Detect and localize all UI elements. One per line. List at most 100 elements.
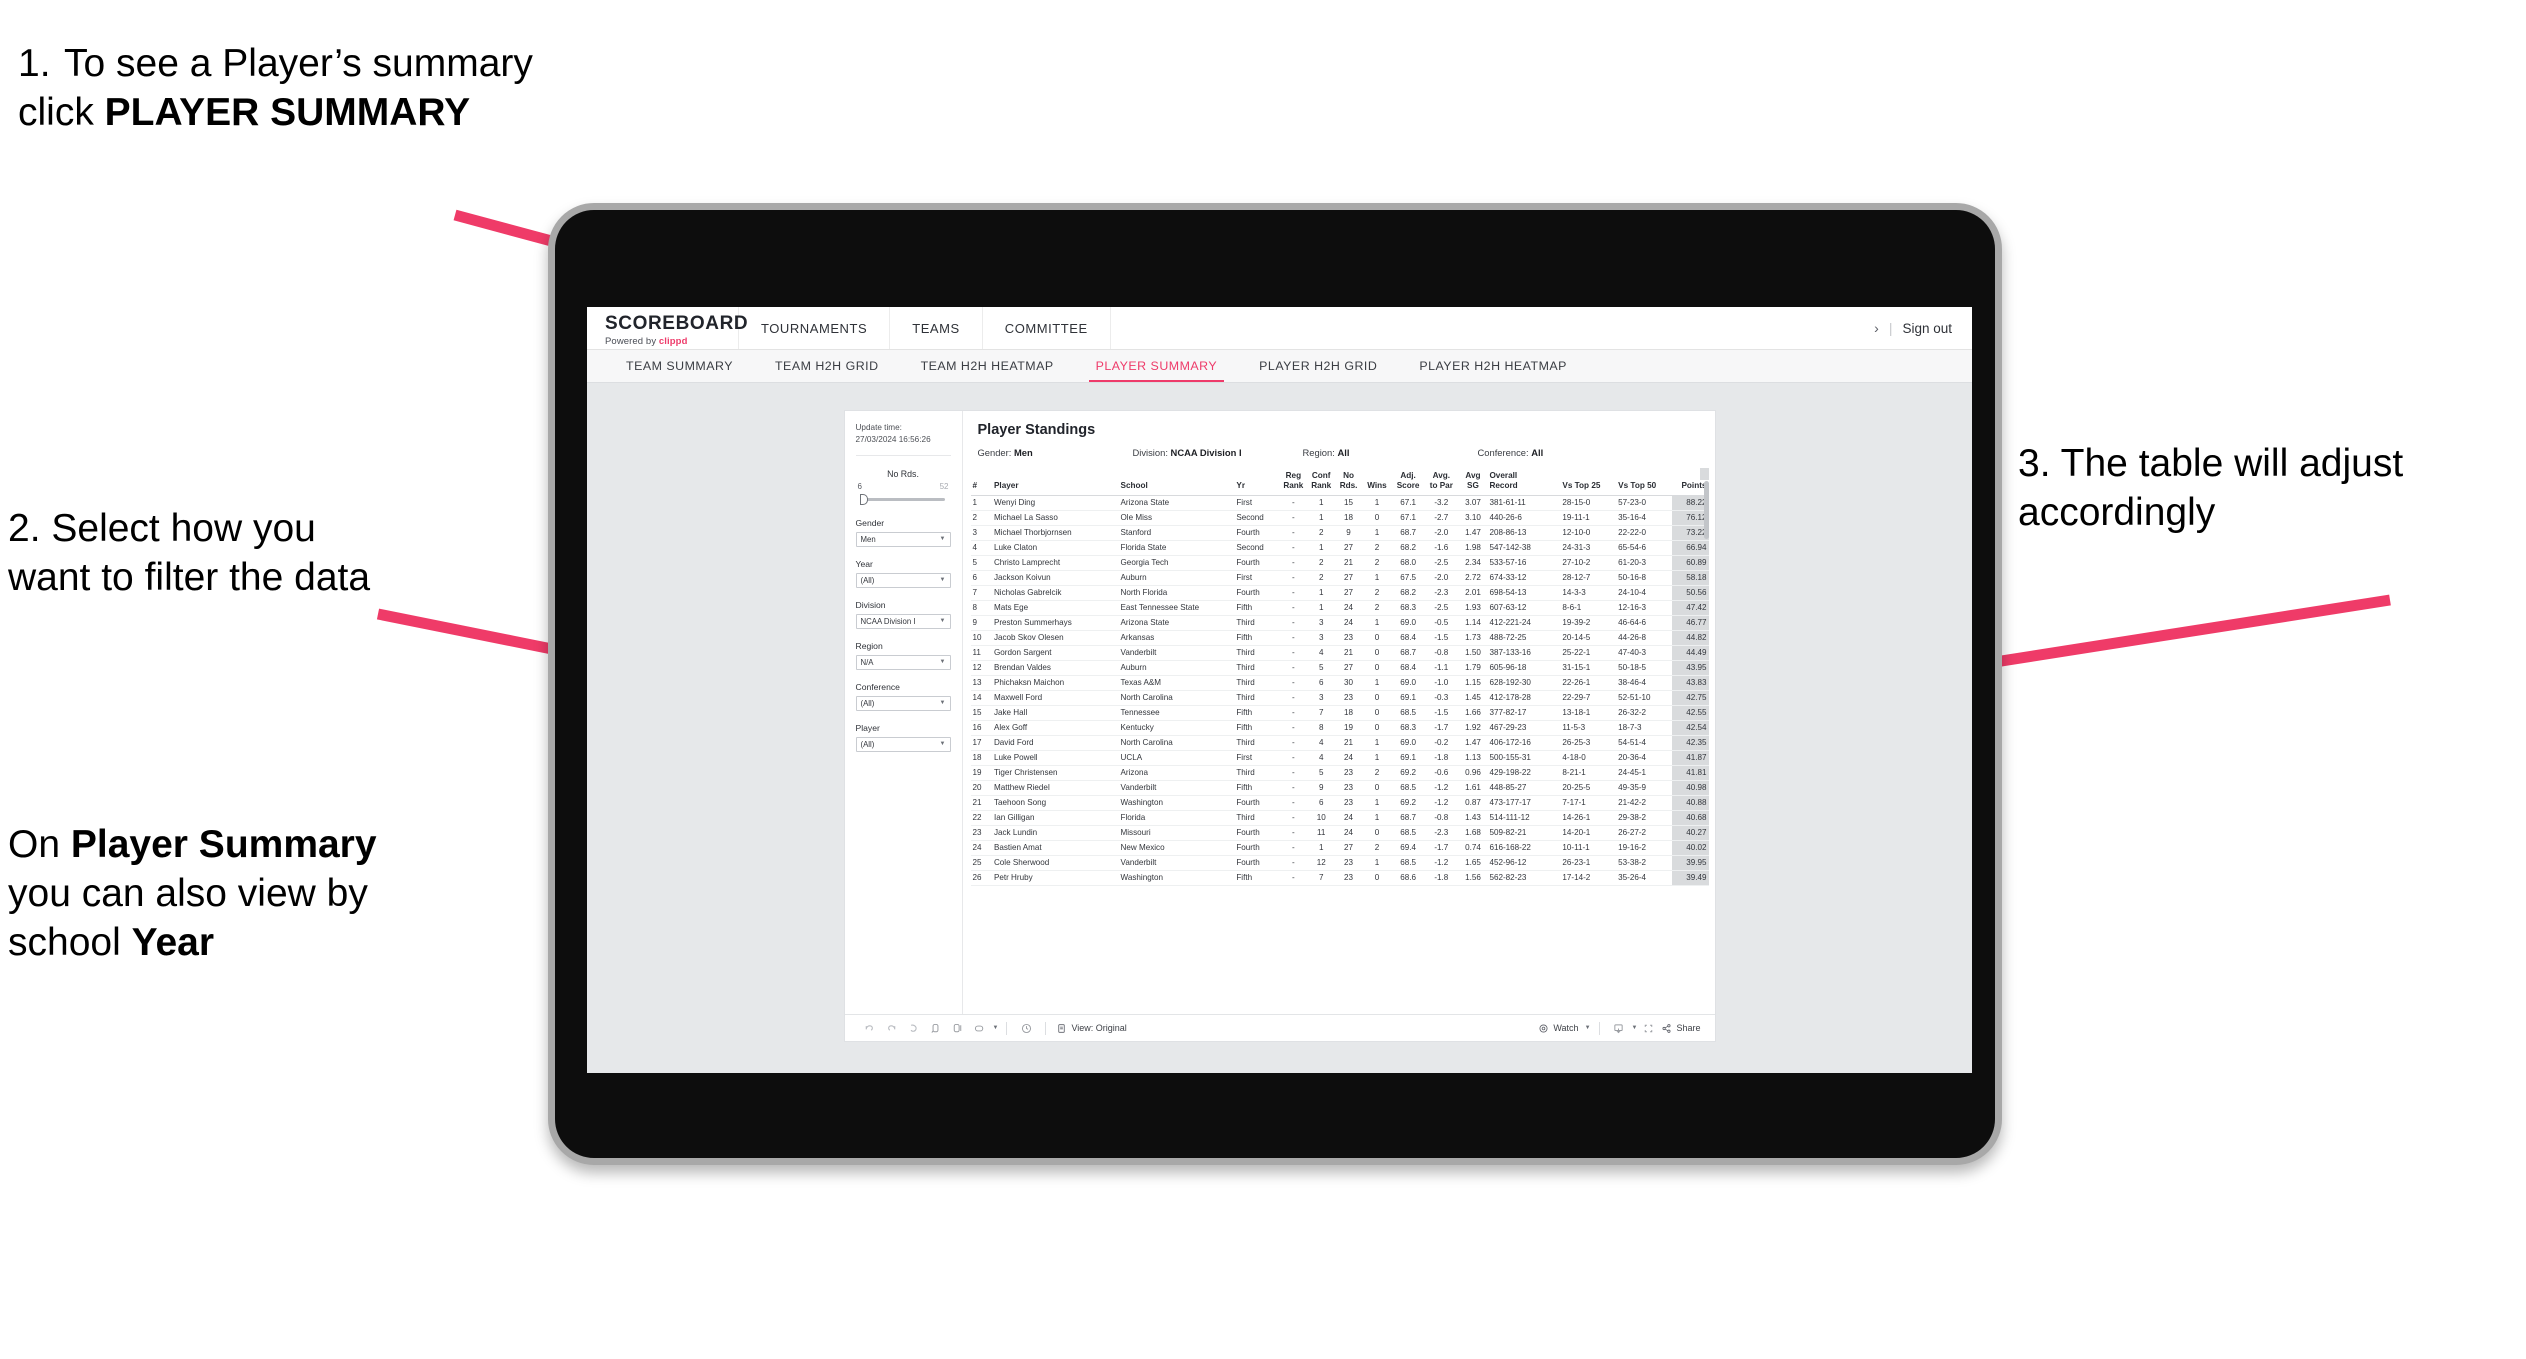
chevron-down-icon[interactable]: ▼	[1585, 1025, 1591, 1031]
col-header-par[interactable]: Avg. to Par	[1424, 468, 1459, 497]
col-header-rec[interactable]: Overall Record	[1487, 468, 1561, 497]
filter-year-select[interactable]: (All) ▼	[855, 572, 951, 588]
cell-nords: 23	[1335, 870, 1362, 886]
cell-adj: 68.7	[1392, 645, 1425, 662]
table-row[interactable]: 13 Phichaksn Maichon Texas A&M Third -6 30 1 69…	[970, 675, 1709, 692]
table-row[interactable]: 26 Petr Hruby Washington Fifth -7 23 0 68.6 -1.8…	[970, 870, 1709, 886]
col-header-school[interactable]: School	[1118, 468, 1235, 497]
cell-wins: 1	[1361, 615, 1392, 632]
nav-tournaments[interactable]: TOURNAMENTS	[739, 307, 891, 349]
tab-team-summary[interactable]: TEAM SUMMARY	[605, 350, 754, 382]
meta-division-label: Division:	[1132, 447, 1168, 458]
table-row[interactable]: 23 Jack Lundin Missouri Fourth -11 24 0 68.5 -2.…	[970, 825, 1709, 841]
table-row[interactable]: 19 Tiger Christensen Arizona Third -5 23 2 69.2…	[970, 765, 1709, 782]
cell-nords: 23	[1335, 630, 1362, 647]
filter-division-select[interactable]: NCAA Division I ▼	[855, 613, 951, 629]
table-row[interactable]: 6 Jackson Koivun Auburn First -2 27 1 67.5 -2.0 2…	[970, 570, 1709, 587]
table-row[interactable]: 10 Jacob Skov Olesen Arkansas Fifth -3 23 0 68.…	[970, 630, 1709, 647]
table-row[interactable]: 7 Nicholas Gabrelcik North Florida Fourth -1…	[970, 585, 1709, 602]
table-row[interactable]: 12 Brendan Valdes Auburn Third -5 27 0 68.4 -1.1…	[970, 660, 1709, 677]
table-row[interactable]: 1 Wenyi Ding Arizona State First -1 15 1 67.1 -3…	[970, 495, 1709, 512]
cell-nords: 27	[1335, 585, 1362, 602]
cell-rec: 377-82-17	[1487, 705, 1561, 722]
vertical-scrollbar[interactable]	[1703, 481, 1709, 539]
cell-t50: 35-26-4	[1616, 870, 1672, 886]
filter-gender-select[interactable]: Men ▼	[855, 531, 951, 547]
cell-sg: 1.79	[1458, 660, 1488, 677]
undo-icon[interactable]	[859, 1017, 881, 1039]
table-row[interactable]: 3 Michael Thorbjornsen Stanford Fourth -2 9 1 6…	[970, 525, 1709, 542]
slider-handle[interactable]	[859, 493, 868, 505]
sign-out-button[interactable]: Sign out	[1902, 321, 1952, 336]
chevron-down-icon[interactable]: ▼	[993, 1025, 999, 1031]
col-header-nords[interactable]: No Rds.	[1335, 468, 1362, 497]
table-row[interactable]: 17 David Ford North Carolina Third -4 21 1 69.0…	[970, 735, 1709, 752]
col-header-yr[interactable]: Yr	[1234, 468, 1280, 497]
table-row[interactable]: 14 Maxwell Ford North Carolina Third -3 23 0 69…	[970, 690, 1709, 707]
filter-player-select[interactable]: (All) ▼	[855, 736, 951, 752]
tab-team-h2h-heatmap[interactable]: TEAM H2H HEATMAP	[900, 350, 1075, 382]
table-row[interactable]: 16 Alex Goff Kentucky Fifth -8 19 0 68.3 -1.7 1.9…	[970, 720, 1709, 737]
tab-player-h2h-heatmap[interactable]: PLAYER H2H HEATMAP	[1398, 350, 1588, 382]
nav-teams[interactable]: TEAMS	[890, 307, 983, 349]
cell-t25: 8-21-1	[1560, 765, 1617, 782]
standings-table-wrap: # Player School Yr Reg Rank Conf Rank No Rds. Wins…	[963, 468, 1715, 1014]
table-row[interactable]: 2 Michael La Sasso Ole Miss Second -1 18 0 67.1…	[970, 510, 1709, 527]
tab-player-summary[interactable]: PLAYER SUMMARY	[1075, 350, 1239, 382]
col-header-wins[interactable]: Wins	[1361, 468, 1392, 497]
table-row[interactable]: 15 Jake Hall Tennessee Fifth -7 18 0 68.5 -1.5 1.…	[970, 705, 1709, 722]
col-header-adj[interactable]: Adj. Score	[1392, 468, 1425, 497]
cell-conf: 2	[1307, 525, 1336, 542]
watch-button[interactable]: Watch ▼	[1538, 1023, 1591, 1034]
table-row[interactable]: 21 Taehoon Song Washington Fourth -6 23 1 69.2-…	[970, 795, 1709, 812]
table-row[interactable]: 24 Bastien Amat New Mexico Fourth -1 27 2 69.4-…	[970, 840, 1709, 856]
slider-track[interactable]	[856, 493, 951, 505]
col-header-reg[interactable]: Reg Rank	[1279, 468, 1308, 497]
cell-nords: 23	[1335, 855, 1362, 871]
tab-team-h2h-grid[interactable]: TEAM H2H GRID	[754, 350, 900, 382]
view-original-button[interactable]: View: Original	[1056, 1023, 1127, 1034]
col-header-t50[interactable]: Vs Top 50	[1616, 468, 1672, 497]
table-row[interactable]: 5 Christo Lamprecht Georgia Tech Fourth -2 21…	[970, 555, 1709, 572]
filter-region-select[interactable]: N/A ▼	[855, 654, 951, 670]
table-row[interactable]: 9 Preston Summerhays Arizona State Third -3 2…	[970, 615, 1709, 632]
pause-updates-icon[interactable]	[947, 1017, 969, 1039]
cell-par: -0.5	[1424, 615, 1459, 632]
table-row[interactable]: 18 Luke Powell UCLA First -4 24 1 69.1 -1.8 1.13 5…	[970, 750, 1709, 767]
cell-yr: Fourth	[1234, 525, 1280, 542]
col-header-rank[interactable]: #	[970, 468, 992, 497]
col-header-t25[interactable]: Vs Top 25	[1560, 468, 1617, 497]
cell-player: Michael La Sasso	[991, 510, 1119, 527]
fullscreen-icon[interactable]	[1637, 1017, 1659, 1039]
table-row[interactable]: 11 Gordon Sargent Vanderbilt Third -4 21 0 68.7…	[970, 645, 1709, 662]
cell-wins: 2	[1361, 585, 1392, 602]
refresh-data-icon[interactable]	[925, 1017, 947, 1039]
cell-par: -3.2	[1424, 495, 1459, 512]
table-row[interactable]: 22 Ian Gilligan Florida Third -10 24 1 68.7 -0.8…	[970, 810, 1709, 826]
tab-player-h2h-grid[interactable]: PLAYER H2H GRID	[1238, 350, 1398, 382]
no-rounds-slider[interactable]: No Rds. 6 52	[845, 467, 962, 518]
view-original-label: View: Original	[1071, 1023, 1127, 1033]
revert-icon[interactable]	[903, 1017, 925, 1039]
history-icon[interactable]	[1015, 1017, 1037, 1039]
update-time-value: 27/03/2024 16:56:26	[855, 434, 931, 444]
cell-reg: -	[1279, 855, 1308, 871]
nav-committee[interactable]: COMMITTEE	[983, 307, 1111, 349]
table-row[interactable]: 25 Cole Sherwood Vanderbilt Fourth -12 23 1 68.…	[970, 855, 1709, 871]
redo-icon[interactable]	[881, 1017, 903, 1039]
col-header-conf[interactable]: Conf Rank	[1307, 468, 1336, 497]
table-row[interactable]: 20 Matthew Riedel Vanderbilt Fifth -9 23 0 68.5…	[970, 780, 1709, 797]
table-row[interactable]: 4 Luke Claton Florida State Second -1 27 2 68.2…	[970, 540, 1709, 557]
col-header-player[interactable]: Player	[991, 468, 1119, 497]
custom-views-icon[interactable]	[969, 1017, 991, 1039]
table-row[interactable]: 8 Mats Ege East Tennessee State Fifth -1 24 2 6…	[970, 600, 1709, 617]
cell-school: Stanford	[1118, 525, 1235, 542]
cell-par: -2.5	[1424, 555, 1459, 572]
filter-conference-select[interactable]: (All) ▼	[855, 695, 951, 711]
cell-conf: 11	[1307, 825, 1336, 841]
share-button[interactable]: Share	[1661, 1023, 1701, 1034]
secondary-nav: TEAM SUMMARY TEAM H2H GRID TEAM H2H HEAT…	[587, 350, 1972, 383]
col-header-sg[interactable]: Avg SG	[1458, 468, 1488, 497]
cell-par: -1.2	[1424, 855, 1459, 871]
download-icon[interactable]	[1608, 1017, 1630, 1039]
